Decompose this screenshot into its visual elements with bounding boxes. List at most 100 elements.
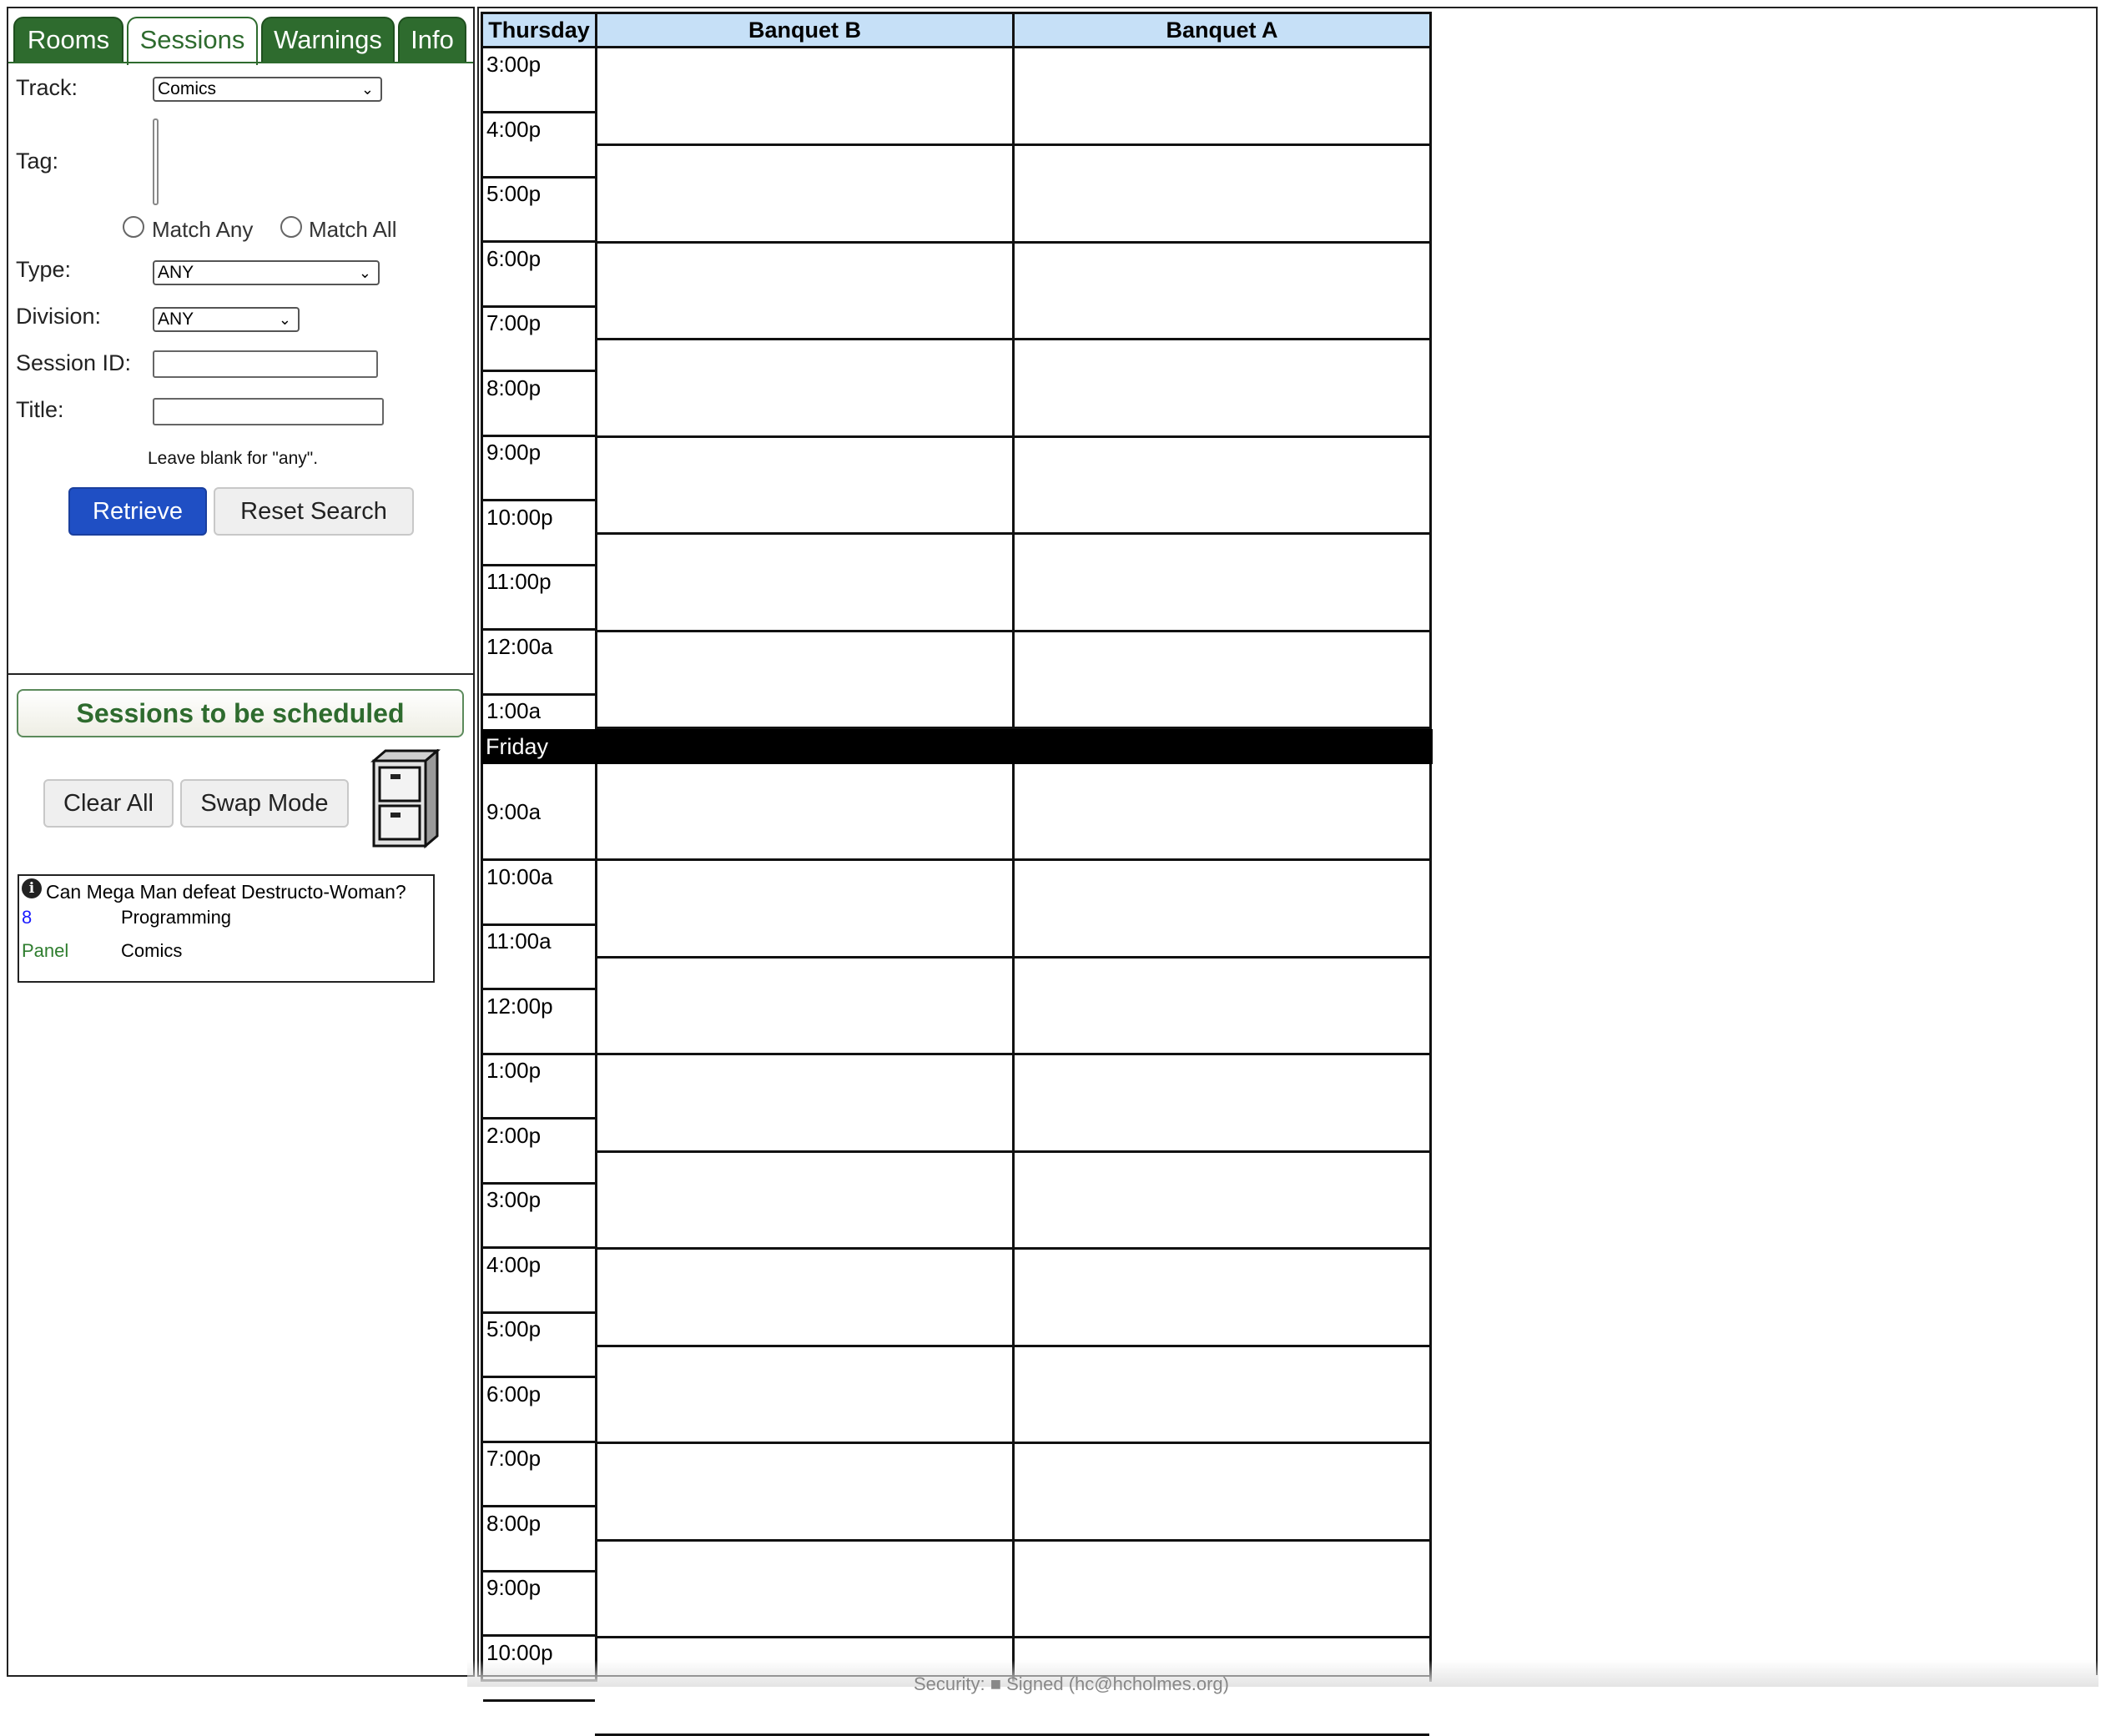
schedule-slot[interactable] [1012,535,1429,632]
grid-right-border [2096,7,2098,1675]
day-header-thursday: Thursday [481,12,597,48]
info-icon[interactable]: i [22,878,42,898]
time-slot-label: 9:00a [483,796,595,861]
sessions-to-be-scheduled-header: Sessions to be scheduled [17,689,464,737]
time-slot-label: 7:00p [483,307,595,372]
tab-strip-divider [8,62,473,63]
schedule-slot[interactable] [595,1250,1012,1347]
panel-divider [8,673,473,675]
schedule-slot[interactable] [595,1347,1012,1444]
left-panel: Rooms Sessions Warnings Info Track: Comi… [7,7,475,1677]
schedule-slot[interactable] [1012,438,1429,535]
thursday-time-column: 3:00p 4:00p 5:00p 6:00p 7:00p 8:00p 9:00p 10:00… [481,48,597,760]
match-all-radio[interactable] [280,216,302,238]
time-slot-label: 3:00p [483,1184,595,1249]
time-slot-label: 6:00p [483,243,595,308]
schedule-grid: Thursday Banquet B Banquet A 3:00p 4:00p 5… [477,7,1433,1736]
track-select[interactable]: Comics ⌄ [153,77,382,102]
tab-info[interactable]: Info [398,17,466,62]
schedule-slot[interactable] [595,146,1012,244]
schedule-slot[interactable] [1012,764,1429,861]
time-slot-label: 8:00p [483,372,595,437]
grid-top-border [1428,7,2098,8]
retrieve-button[interactable]: Retrieve [68,487,207,536]
room-header-banquet-a: Banquet A [1012,12,1432,48]
swap-mode-button[interactable]: Swap Mode [180,779,349,828]
match-any-radio[interactable] [123,216,144,238]
type-select-value: ANY [158,263,194,282]
tag-label: Tag: [16,148,59,174]
tab-sessions[interactable]: Sessions [127,17,258,65]
schedule-slot[interactable] [595,861,1012,959]
schedule-slot[interactable] [595,632,1012,729]
tab-rooms[interactable]: Rooms [13,17,123,62]
session-id-input[interactable] [153,350,378,378]
clear-all-button[interactable]: Clear All [43,779,174,828]
schedule-slot[interactable] [595,340,1012,438]
schedule-slot[interactable] [595,1542,1012,1638]
title-label: Title: [16,397,64,422]
title-input[interactable] [153,398,384,425]
time-slot-label: 1:00p [483,1054,595,1120]
time-slot-label: 5:00p [483,178,595,243]
schedule-slot[interactable] [1012,340,1429,438]
schedule-slot[interactable] [1012,1250,1429,1347]
blank-hint: Leave blank for "any". [148,449,319,468]
session-id-label: Session ID: [16,350,132,375]
schedule-slot[interactable] [595,764,1012,861]
tab-warnings[interactable]: Warnings [261,17,395,62]
schedule-slot[interactable] [1012,1347,1429,1444]
schedule-slot[interactable] [1012,1444,1429,1542]
schedule-slot[interactable] [1012,959,1429,1055]
time-slot-label: 10:00a [483,861,595,926]
schedule-slot[interactable] [1012,861,1429,959]
thursday-banquet-b-column [595,48,1015,734]
schedule-slot[interactable] [1012,1542,1429,1638]
time-slot-label: 3:00p [483,48,595,113]
time-slot-label: 12:00p [483,990,595,1055]
chevron-down-icon: ⌄ [278,311,291,328]
friday-banquet-a-column [1012,764,1432,1736]
schedule-slot[interactable] [1012,632,1429,729]
match-any-label: Match Any [152,217,254,242]
schedule-slot[interactable] [595,1055,1012,1153]
session-track: Comics [121,940,183,961]
chevron-down-icon: ⌄ [360,81,374,98]
session-division: Programming [121,907,232,928]
tag-listbox[interactable] [153,118,159,205]
time-slot-label: 4:00p [483,1249,595,1314]
schedule-slot[interactable] [1012,244,1429,340]
time-slot-label: 6:00p [483,1378,595,1443]
time-slot-label: 12:00a [483,631,595,696]
schedule-slot[interactable] [595,959,1012,1055]
reset-search-button[interactable]: Reset Search [214,487,414,536]
schedule-slot[interactable] [595,244,1012,340]
schedule-slot[interactable] [595,535,1012,632]
time-slot-label: 7:00p [483,1442,595,1507]
track-select-value: Comics [158,79,217,98]
division-select-value: ANY [158,309,194,329]
schedule-slot[interactable] [595,48,1012,146]
room-header-banquet-b: Banquet B [595,12,1015,48]
time-slot-label: 4:00p [483,113,595,179]
schedule-slot[interactable] [1012,146,1429,244]
time-slot-label: 11:00p [483,566,595,631]
schedule-slot[interactable] [1012,48,1429,146]
division-select[interactable]: ANY ⌄ [153,307,300,332]
thursday-banquet-a-column [1012,48,1432,734]
time-slot-label: 2:00p [483,1120,595,1185]
time-slot-label: 5:00p [483,1313,595,1378]
time-slot-label: 9:00p [483,436,595,501]
unscheduled-session-card[interactable]: i Can Mega Man defeat Destructo-Woman? 8… [18,874,435,983]
type-label: Type: [16,257,72,282]
schedule-slot[interactable] [595,438,1012,535]
type-select[interactable]: ANY ⌄ [153,260,380,285]
schedule-slot[interactable] [595,1444,1012,1542]
file-cabinet-icon[interactable] [370,747,442,849]
division-label: Division: [16,304,102,329]
match-all-label: Match All [309,217,397,242]
schedule-slot[interactable] [595,1153,1012,1250]
time-slot-label: 11:00a [483,925,595,990]
schedule-slot[interactable] [1012,1153,1429,1250]
schedule-slot[interactable] [1012,1055,1429,1153]
